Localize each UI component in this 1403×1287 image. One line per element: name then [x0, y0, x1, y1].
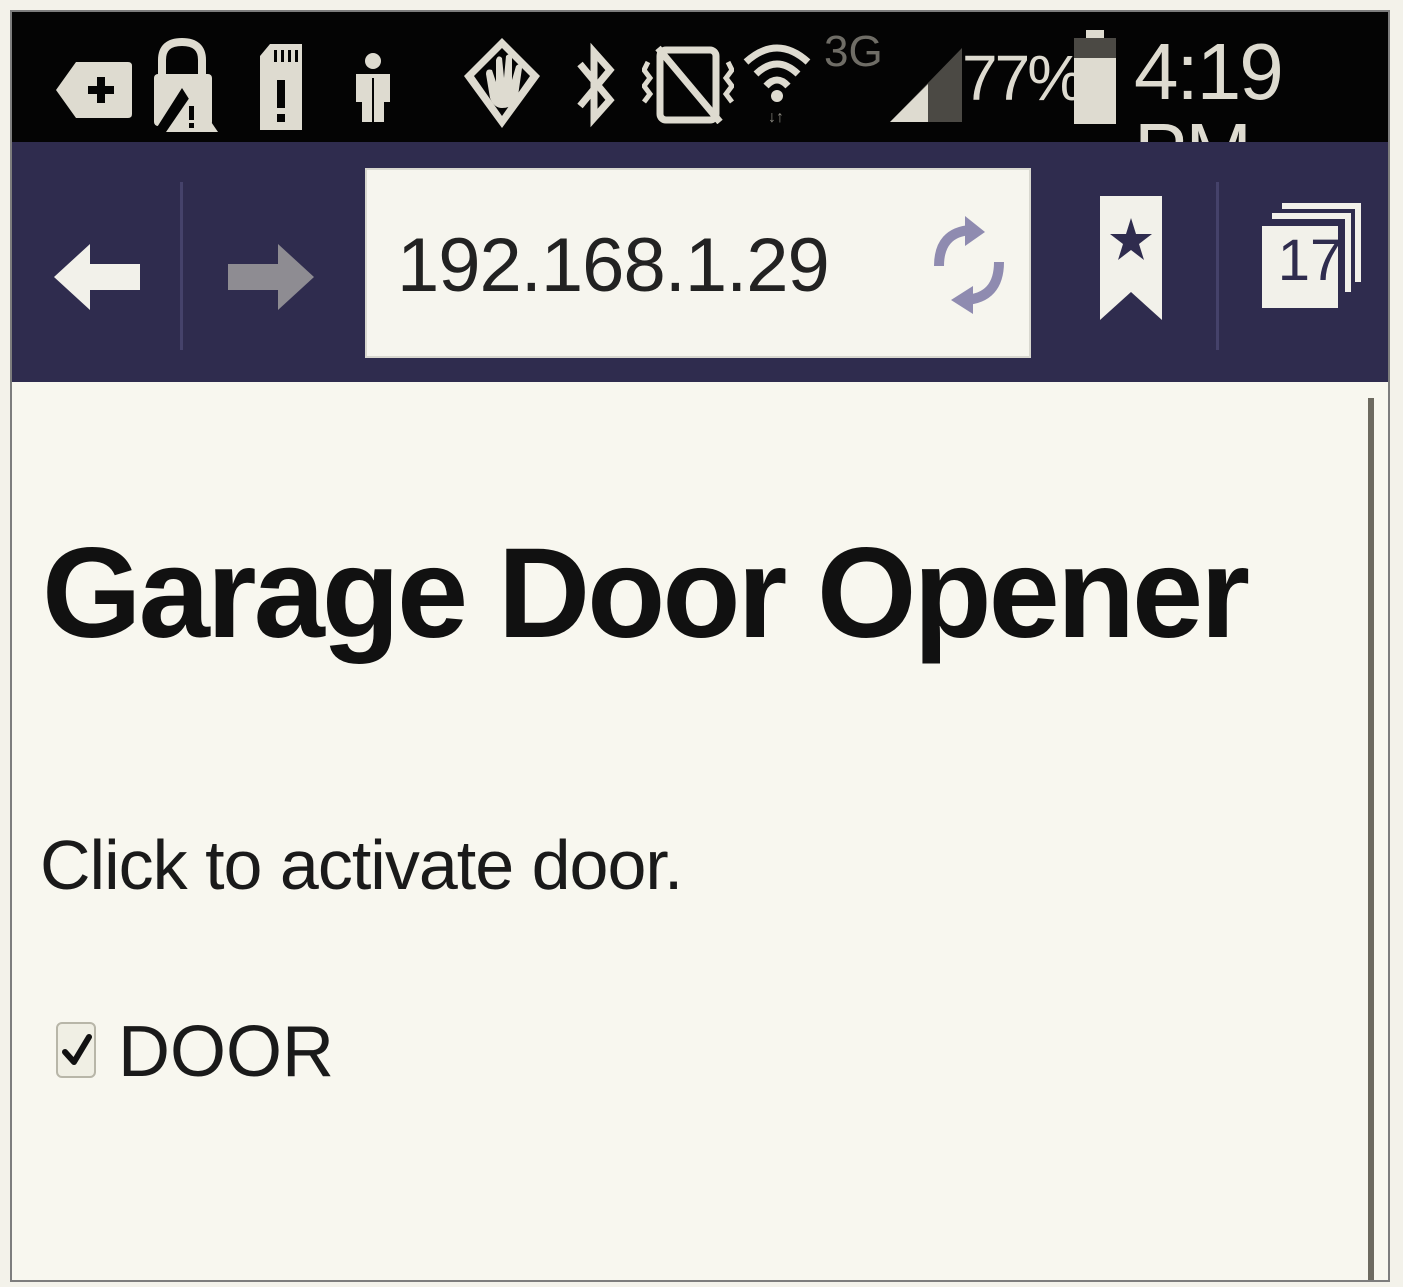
- toolbar-divider: [180, 182, 183, 350]
- back-arrow-icon[interactable]: [52, 242, 142, 312]
- network-type-label: 3G: [824, 27, 883, 76]
- battery-icon: [1074, 30, 1116, 124]
- toolbar-divider-right: [1216, 182, 1219, 350]
- tabs-button[interactable]: 17: [1262, 202, 1362, 312]
- reload-icon[interactable]: [919, 210, 1015, 320]
- address-bar[interactable]: 192.168.1.29: [365, 168, 1031, 358]
- url-text[interactable]: 192.168.1.29: [397, 228, 830, 304]
- gesture-icon: [464, 38, 540, 128]
- phone-screen: ↓↑ 3G 77% 4:19 PM 1: [10, 10, 1390, 1282]
- svg-text:↓↑: ↓↑: [768, 109, 784, 126]
- web-page-content: Garage Door Opener Click to activate doo…: [12, 382, 1388, 1280]
- vibrate-mute-icon: [642, 45, 734, 124]
- add-notification-icon: [56, 62, 132, 118]
- page-title: Garage Door Opener: [42, 522, 1250, 665]
- wifi-icon: ↓↑: [743, 44, 811, 126]
- door-checkbox[interactable]: [56, 1022, 96, 1078]
- signal-icon: [890, 48, 962, 122]
- bluetooth-icon: [577, 42, 615, 128]
- checkmark-icon: [62, 1034, 92, 1065]
- lock-warning-icon: [154, 38, 218, 132]
- door-checkbox-label[interactable]: DOOR: [118, 1016, 334, 1088]
- bookmark-icon[interactable]: [1098, 194, 1164, 324]
- sd-card-alert-icon: [260, 44, 302, 130]
- instructions-text: Click to activate door.: [40, 826, 683, 904]
- person-icon: [356, 53, 390, 122]
- tab-count: 17: [1277, 228, 1343, 293]
- status-bar: ↓↑ 3G 77% 4:19 PM: [12, 12, 1388, 192]
- browser-toolbar: 192.168.1.29 17: [12, 142, 1388, 382]
- battery-percent-label: 77%: [962, 42, 1084, 114]
- scrollbar[interactable]: [1368, 398, 1374, 1280]
- forward-arrow-icon[interactable]: [226, 242, 316, 312]
